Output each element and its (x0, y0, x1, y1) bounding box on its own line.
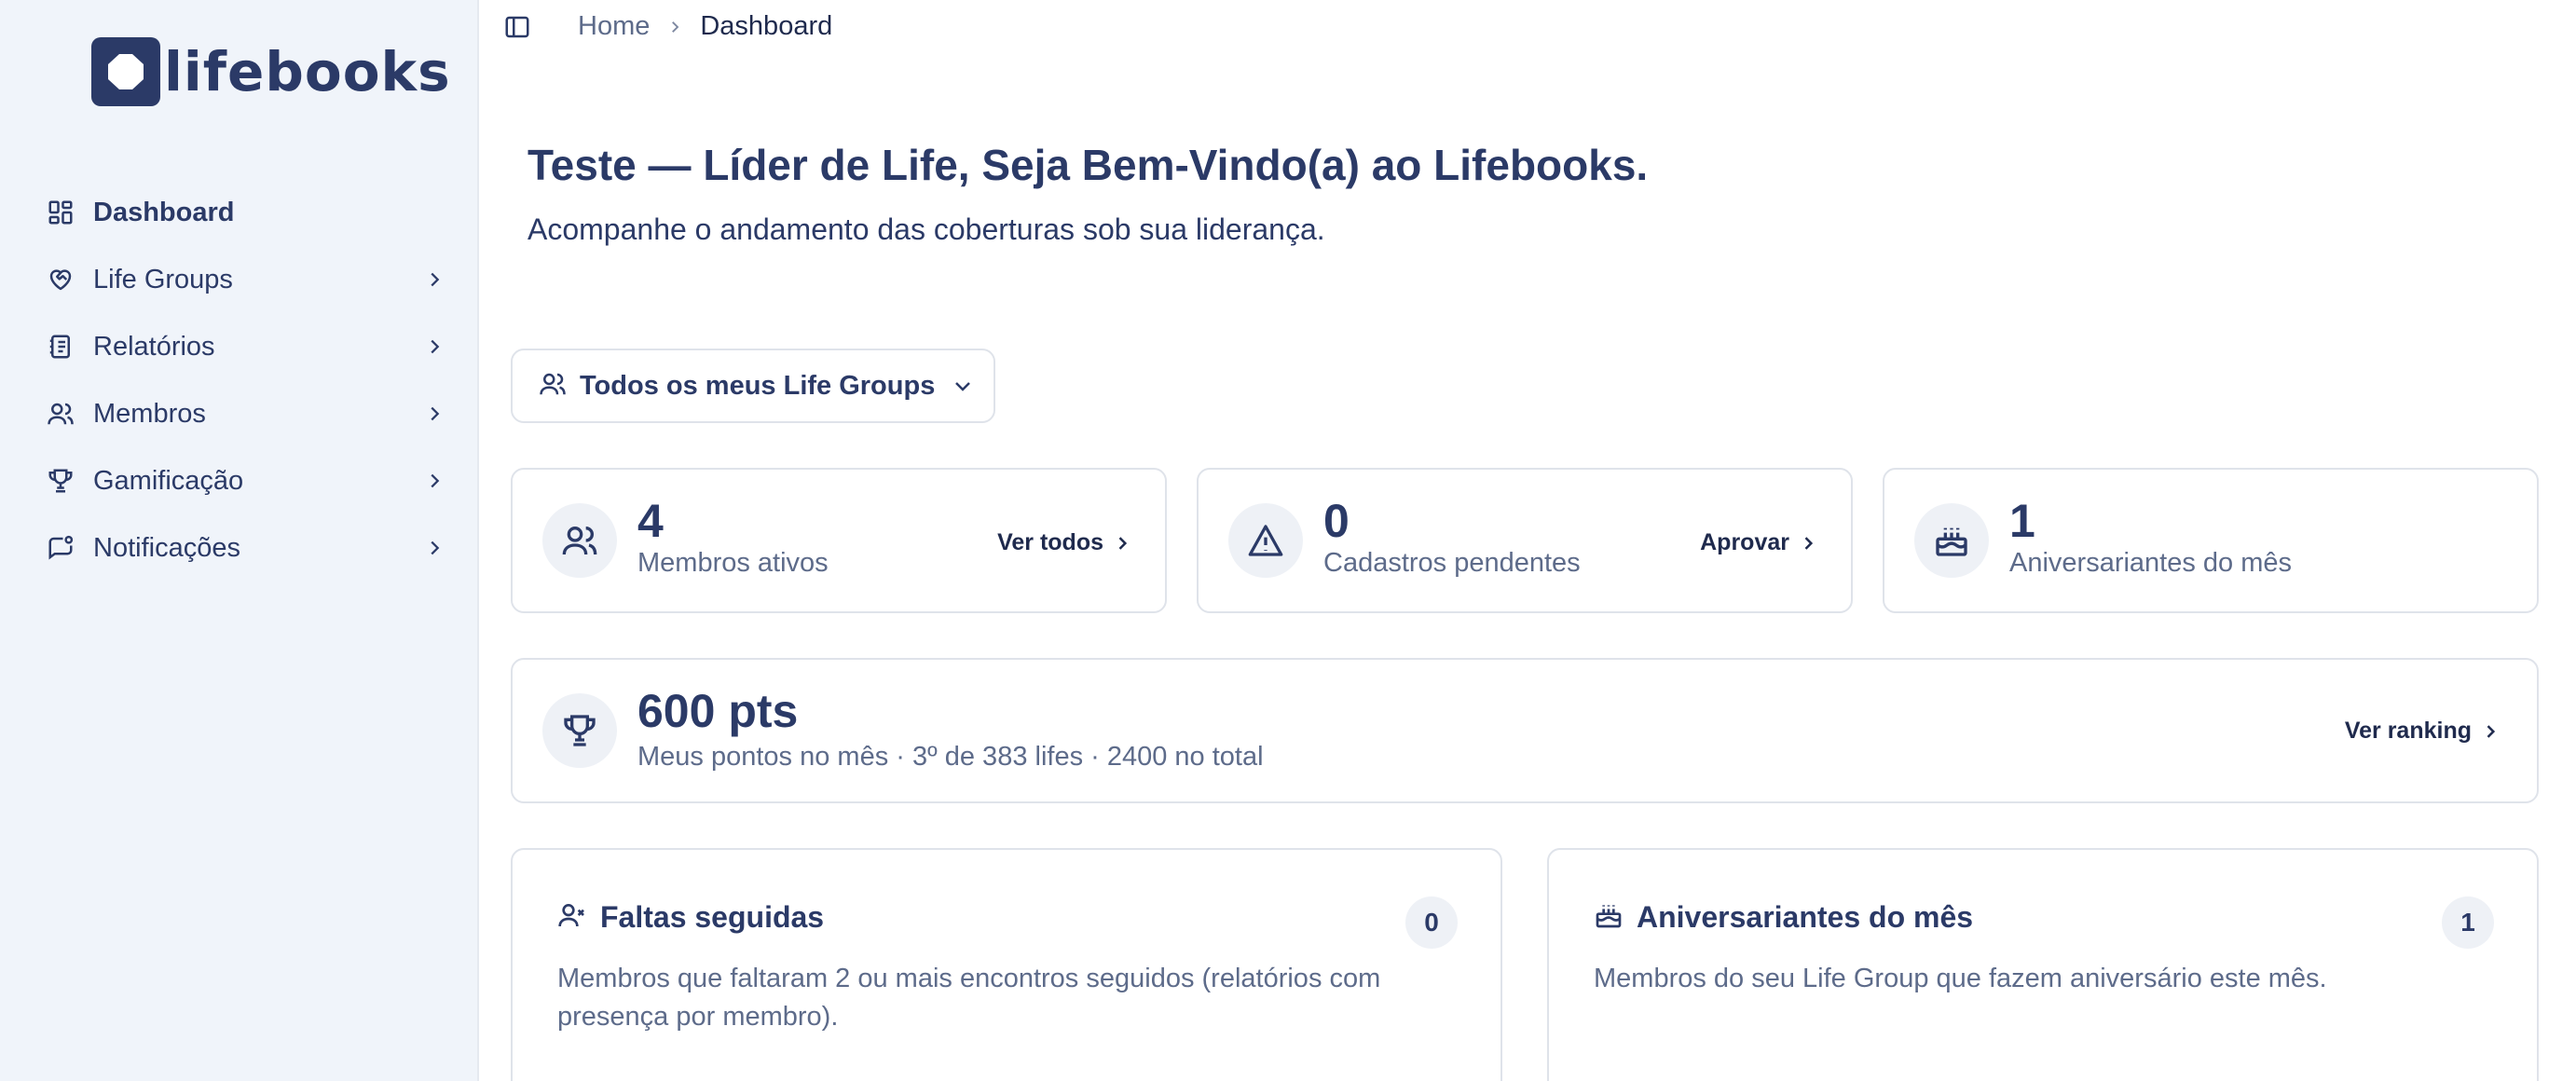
link-label: Ver todos (997, 529, 1103, 555)
stat-label: Aniversariantes do mês (2009, 548, 2293, 578)
breadcrumb: Home Dashboard (578, 11, 832, 42)
trophy-icon (45, 465, 76, 497)
points-value: 600 pts (637, 685, 799, 737)
heart-handshake-icon (45, 264, 76, 295)
ver-todos-link[interactable]: Ver todos (997, 529, 1131, 556)
chevron-right-icon (421, 267, 447, 293)
sidebar-item-label: Dashboard (93, 197, 235, 227)
panel-title: Aniversariantes do mês (1637, 900, 1974, 934)
count-badge: 0 (1405, 896, 1458, 949)
count-badge: 1 (2442, 896, 2494, 949)
notebook-icon (45, 331, 76, 363)
stat-value: 4 (637, 495, 664, 547)
sidebar-toggle-icon[interactable] (503, 13, 531, 41)
chevron-right-icon (2487, 724, 2496, 738)
trophy-icon (542, 693, 617, 768)
breadcrumb-home-link[interactable]: Home (578, 11, 650, 42)
dashboard-icon (45, 197, 76, 228)
panel-header: Faltas seguidas (557, 900, 824, 935)
sidebar-item-dashboard[interactable]: Dashboard (45, 179, 447, 246)
user-x-icon (557, 900, 587, 935)
sidebar: lifebooks Dashboard Life Groups Relatóri… (0, 0, 479, 1081)
logo[interactable]: lifebooks (91, 37, 451, 106)
chevron-right-icon (1118, 536, 1128, 550)
page-subtitle: Acompanhe o andamento das coberturas sob… (528, 212, 1325, 246)
sidebar-nav: Dashboard Life Groups Relatórios Membros… (45, 179, 447, 582)
sidebar-item-label: Relatórios (93, 331, 215, 362)
points-subtitle: Meus pontos no mês · 3º de 383 lifes · 2… (637, 742, 1264, 772)
cake-icon (1594, 900, 1624, 935)
stat-card-aniversariantes: 1 Aniversariantes do mês (1883, 468, 2539, 613)
panel-description: Membros que faltaram 2 ou mais encontros… (557, 964, 1381, 1032)
panel-description: Membros do seu Life Group que fazem aniv… (1594, 964, 2327, 993)
chevron-right-icon (421, 401, 447, 427)
stat-card-cadastros-pendentes: 0 Cadastros pendentes Aprovar (1197, 468, 1853, 613)
stat-value: 0 (1323, 495, 1350, 547)
chevron-right-icon (421, 535, 447, 561)
chevron-right-icon (421, 334, 447, 360)
sidebar-item-label: Gamificação (93, 465, 244, 496)
sidebar-item-life-groups[interactable]: Life Groups (45, 246, 447, 313)
sidebar-item-label: Membros (93, 398, 206, 429)
logo-mark-icon (91, 37, 160, 106)
sidebar-item-gamificacao[interactable]: Gamificação (45, 447, 447, 514)
sidebar-item-membros[interactable]: Membros (45, 380, 447, 447)
chevron-right-icon (421, 468, 447, 494)
link-label: Aprovar (1700, 529, 1789, 555)
page-title: Teste — Líder de Life, Seja Bem-Vindo(a)… (528, 141, 1649, 189)
users-icon (542, 503, 617, 578)
warning-icon (1228, 503, 1303, 578)
sidebar-item-relatorios[interactable]: Relatórios (45, 313, 447, 380)
main-content: Home Dashboard Teste — Líder de Life, Se… (479, 0, 2576, 1081)
sidebar-item-label: Notificações (93, 532, 240, 563)
panel-title: Faltas seguidas (600, 900, 825, 934)
message-badge-icon (45, 532, 76, 564)
cake-icon (1914, 503, 1989, 578)
faltas-seguidas-panel: Faltas seguidas 0 Membros que faltaram 2… (511, 848, 1502, 1081)
ver-ranking-link[interactable]: Ver ranking (2345, 718, 2500, 745)
users-icon (45, 398, 76, 430)
users-icon (539, 370, 567, 403)
sidebar-item-notificacoes[interactable]: Notificações (45, 514, 447, 582)
breadcrumb-current: Dashboard (700, 11, 833, 41)
life-group-filter-select[interactable]: Todos os meus Life Groups (511, 349, 995, 423)
stat-card-membros-ativos: 4 Membros ativos Ver todos (511, 468, 1167, 613)
aniversariantes-panel: Aniversariantes do mês 1 Membros do seu … (1547, 848, 2539, 1081)
logo-text: lifebooks (164, 40, 451, 103)
chevron-down-icon (952, 375, 974, 397)
stat-value: 1 (2009, 495, 2035, 547)
chevron-right-icon (1804, 536, 1814, 550)
link-label: Ver ranking (2344, 718, 2472, 744)
panel-header: Aniversariantes do mês (1594, 900, 1973, 935)
sidebar-item-label: Life Groups (93, 264, 233, 294)
chevron-right-icon (666, 19, 683, 35)
filter-label: Todos os meus Life Groups (580, 370, 936, 401)
aprovar-link[interactable]: Aprovar (1700, 529, 1817, 556)
points-card: 600 pts Meus pontos no mês · 3º de 383 l… (511, 658, 2539, 803)
stat-label: Cadastros pendentes (1323, 548, 1581, 578)
stat-label: Membros ativos (637, 548, 829, 578)
